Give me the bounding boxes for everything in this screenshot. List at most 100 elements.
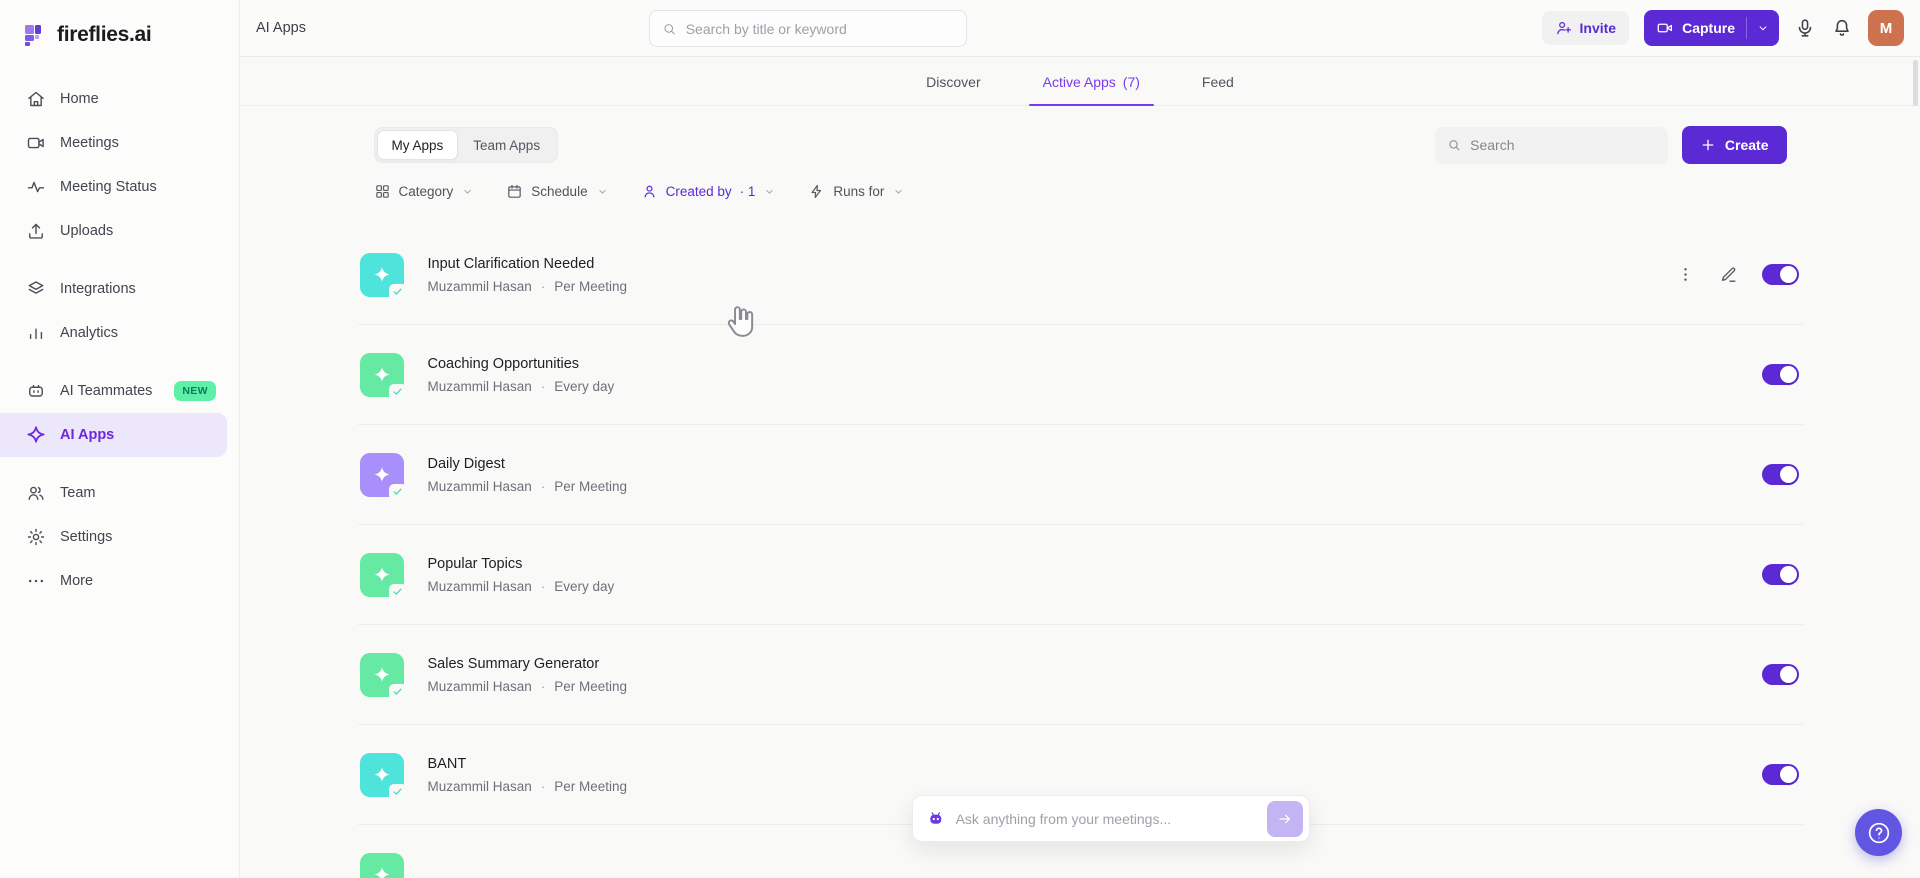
app-enabled-toggle[interactable] [1761, 464, 1799, 485]
check-icon [392, 386, 403, 397]
app-owner: Muzammil Hasan [427, 378, 532, 394]
avatar[interactable]: M [1868, 10, 1904, 46]
enabled-check-badge [388, 583, 407, 600]
app-title: Coaching Opportunities [427, 355, 580, 372]
filter-schedule[interactable]: Schedule [506, 183, 608, 200]
apps-search[interactable] [1434, 126, 1668, 164]
team-icon [26, 483, 46, 503]
filter-created-by[interactable]: Created by · 1 [641, 183, 777, 200]
kebab-menu-icon [1676, 265, 1695, 284]
tab-feed[interactable]: Feed [1188, 57, 1248, 105]
app-owner: Muzammil Hasan [427, 778, 532, 794]
sidebar-item-settings[interactable]: Settings [0, 515, 227, 559]
check-icon [392, 286, 403, 297]
video-camera-icon [1656, 19, 1674, 37]
segment-my-apps[interactable]: My Apps [376, 130, 459, 160]
scrollbar-thumb[interactable] [1913, 60, 1918, 106]
sidebar-item-team[interactable]: Team [0, 471, 227, 515]
sidebar-item-label: Meeting Status [60, 179, 157, 195]
help-button[interactable] [1855, 809, 1902, 856]
app-schedule: Every day [554, 578, 615, 594]
sidebar-item-more[interactable]: More [0, 559, 227, 603]
sparkle-icon [373, 366, 390, 382]
app-row-sales-summary-generator[interactable]: Sales Summary Generator Muzammil Hasan ·… [357, 625, 1803, 725]
app-row-daily-digest[interactable]: Daily Digest Muzammil Hasan · Per Meetin… [357, 425, 1803, 525]
separator-dot: · [540, 478, 546, 494]
create-button[interactable]: Create [1681, 126, 1787, 164]
row-edit-button[interactable] [1719, 265, 1738, 284]
sparkle-icon [373, 466, 390, 482]
app-enabled-toggle[interactable] [1761, 764, 1799, 785]
edit-pencil-icon [1719, 265, 1738, 284]
settings-icon [26, 527, 46, 547]
global-search[interactable] [649, 10, 967, 47]
sidebar-item-label: Meetings [60, 135, 119, 151]
app-row-popular-topics[interactable]: Popular Topics Muzammil Hasan · Every da… [357, 525, 1803, 625]
more-icon [26, 571, 46, 591]
ask-fred-bar[interactable] [912, 795, 1310, 842]
brand-name: fireflies.ai [57, 23, 152, 46]
capture-dropdown[interactable] [1747, 10, 1779, 46]
app-icon [359, 552, 407, 600]
notifications-button[interactable] [1831, 17, 1853, 39]
filter-runs-for[interactable]: Runs for [808, 183, 905, 200]
segment-team-apps[interactable]: Team Apps [458, 130, 555, 160]
app-schedule: Per Meeting [554, 678, 628, 694]
sidebar-item-integrations[interactable]: Integrations [0, 267, 227, 311]
separator-dot: · [540, 778, 546, 794]
global-search-input[interactable] [685, 20, 954, 37]
app-owner: Muzammil Hasan [427, 678, 532, 694]
check-icon [392, 486, 403, 497]
meetings-icon [26, 133, 46, 153]
app-enabled-toggle[interactable] [1761, 564, 1799, 585]
robot-icon [930, 811, 942, 824]
sidebar-nav: Home Meetings Meeting Status Uploads Int… [0, 77, 239, 603]
microphone-button[interactable] [1794, 17, 1816, 39]
enabled-check-badge [388, 683, 407, 700]
app-enabled-toggle[interactable] [1761, 264, 1799, 285]
tab-active-apps[interactable]: Active Apps (7) [1028, 57, 1155, 106]
bell-icon [1831, 17, 1853, 39]
send-button[interactable] [1267, 800, 1303, 837]
tab-discover[interactable]: Discover [912, 57, 994, 105]
app-owner: Muzammil Hasan [427, 578, 532, 594]
search-icon [1447, 137, 1461, 153]
filter-bar: Category Schedule Created by · 1 Runs fo… [358, 183, 1803, 200]
sidebar-item-label: Uploads [60, 223, 114, 239]
enabled-check-badge [388, 783, 407, 800]
sidebar-item-label: Analytics [60, 325, 119, 341]
sidebar-item-label: Team [60, 485, 96, 501]
sidebar-item-meeting-status[interactable]: Meeting Status [0, 165, 227, 209]
app-owner: Muzammil Hasan [427, 478, 532, 494]
capture-button[interactable]: Capture [1644, 10, 1779, 46]
app-row-coaching-opportunities[interactable]: Coaching Opportunities Muzammil Hasan · … [357, 325, 1803, 425]
row-menu-button[interactable] [1676, 265, 1695, 284]
sidebar-item-ai-teammates[interactable]: AI Teammates NEW [0, 369, 227, 413]
sidebar-item-analytics[interactable]: Analytics [0, 311, 227, 355]
runs-for-icon [808, 183, 825, 200]
sidebar-item-home[interactable]: Home [0, 77, 227, 121]
app-row-input-clarification-needed[interactable]: Input Clarification Needed Muzammil Hasa… [357, 225, 1803, 325]
check-icon [392, 586, 403, 597]
separator-dot: · [540, 678, 546, 694]
sidebar-item-ai-apps[interactable]: AI Apps [0, 413, 227, 457]
sidebar-item-uploads[interactable]: Uploads [0, 209, 227, 253]
ai-apps-icon [26, 425, 46, 445]
app-schedule: Per Meeting [554, 478, 628, 494]
tab-count: (7) [1122, 74, 1140, 90]
app-enabled-toggle[interactable] [1761, 664, 1799, 685]
arrow-right-icon [1277, 811, 1293, 827]
app-enabled-toggle[interactable] [1761, 364, 1799, 385]
sidebar-item-meetings[interactable]: Meetings [0, 121, 227, 165]
ask-input[interactable] [955, 810, 1256, 827]
chevron-down-icon [461, 185, 474, 198]
app-icon [359, 452, 407, 500]
filter-category[interactable]: Category [374, 183, 475, 200]
invite-button[interactable]: Invite [1541, 11, 1630, 45]
app-title: Input Clarification Needed [427, 255, 595, 272]
sparkle-icon [373, 266, 390, 282]
brand-logo[interactable]: fireflies.ai [0, 0, 239, 47]
enabled-check-badge [388, 383, 407, 400]
tab-bar: Discover Active Apps (7) Feed [240, 57, 1920, 106]
apps-search-input[interactable] [1470, 137, 1656, 153]
